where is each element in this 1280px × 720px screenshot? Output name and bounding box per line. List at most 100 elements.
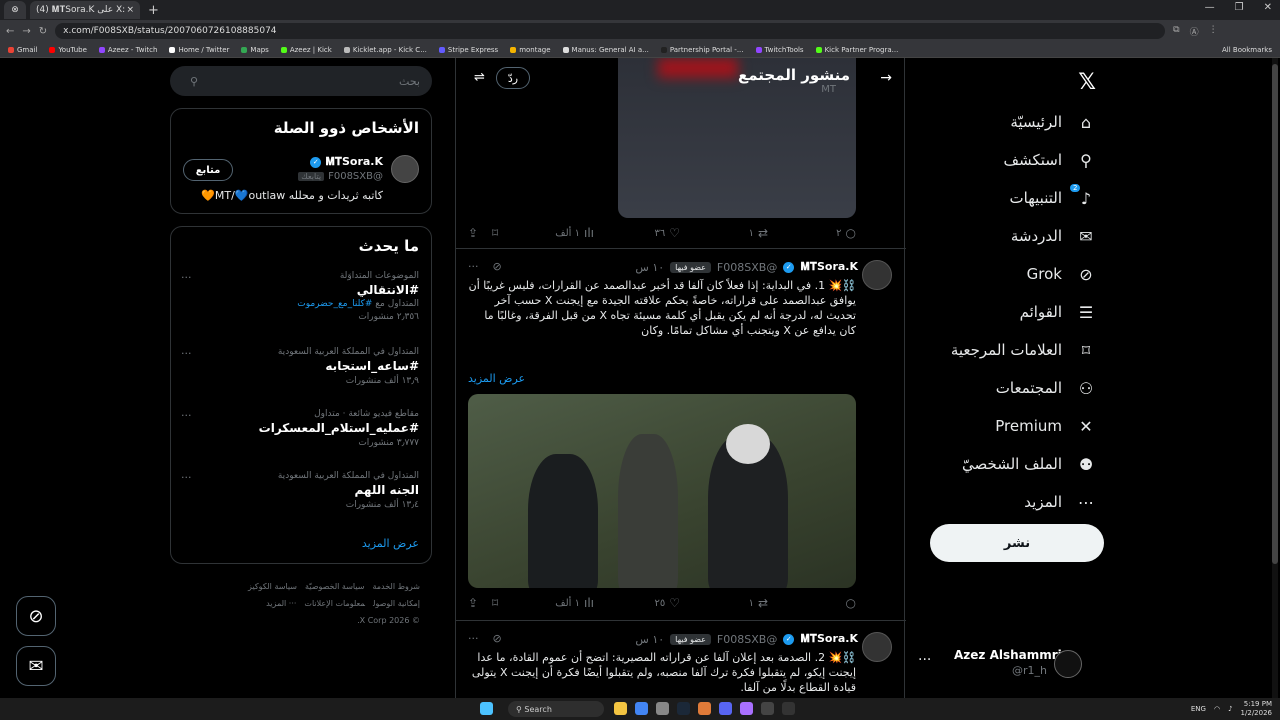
bookmark-youtube[interactable]: YouTube <box>49 46 87 54</box>
x-logo-icon[interactable]: 𝕏 <box>1078 70 1096 95</box>
clock[interactable]: 5:19 PM 1/2/2026 <box>1241 700 1272 718</box>
tab-close-icon[interactable]: × <box>126 5 134 15</box>
nav-notifications[interactable]: ♪ 2 التنبيهات <box>1010 184 1096 208</box>
reload-icon[interactable]: ↻ <box>39 26 47 37</box>
bookmark-action[interactable]: ⌑ <box>492 226 498 240</box>
nav-explore[interactable]: ⚲ استكشف <box>1004 150 1096 170</box>
bookmark-partnership[interactable]: Partnership Portal -... <box>660 46 744 54</box>
author-name[interactable]: 𝐌𝐓Sora.K <box>800 632 858 646</box>
nav-home[interactable]: ⌂ الرئيسيّة <box>1010 112 1096 132</box>
app-icon[interactable] <box>740 702 753 715</box>
app-icon[interactable] <box>698 702 711 715</box>
account-switcher[interactable]: ··· Azez Alshammri @r1_h <box>918 644 1098 684</box>
bookmark-twitter[interactable]: Home / Twitter <box>169 46 229 54</box>
trend-related-tag[interactable]: #كلنا_مع_حضرموت <box>297 299 372 309</box>
filter-icon[interactable]: ⇌ <box>474 70 485 85</box>
nav-bookmarks[interactable]: ⌑ العلامات المرجعية <box>951 340 1096 360</box>
more-options-icon[interactable]: ··· <box>181 471 192 484</box>
app-icon[interactable] <box>761 702 774 715</box>
wifi-icon[interactable]: ◠ <box>1214 705 1220 713</box>
grok-float-button[interactable]: ⊘ <box>16 596 56 636</box>
grok-icon[interactable]: ⊘ <box>493 260 502 273</box>
back-icon[interactable]: ← <box>6 26 14 37</box>
bookmark-montage[interactable]: montage <box>510 46 551 54</box>
bookmark-manus[interactable]: Manus: General AI a... <box>562 46 649 54</box>
maximize-icon[interactable]: ❐ <box>1235 2 1244 13</box>
footer-more-link[interactable]: ··· المزيد <box>266 599 296 608</box>
bookmark-stripe[interactable]: Stripe Express <box>438 46 498 54</box>
reply-button[interactable]: ردّ <box>496 67 530 89</box>
related-user-name[interactable]: 𝐌𝐓Sora.K ✓ <box>310 155 383 169</box>
volume-icon[interactable]: ♪ <box>1228 705 1232 713</box>
share-action[interactable]: ⇪ <box>468 226 478 240</box>
accessibility-link[interactable]: إمكانية الوصول <box>373 599 420 608</box>
bookmark-action[interactable]: ⌑ <box>492 596 498 610</box>
language-indicator[interactable]: ENG <box>1191 705 1206 713</box>
author-name[interactable]: 𝐌𝐓Sora.K <box>800 260 858 274</box>
nav-communities[interactable]: ⚇ المجتمعات <box>996 378 1096 398</box>
repost-action[interactable]: ١ ⇄ <box>749 226 768 240</box>
nav-lists[interactable]: ☰ القوائم <box>1020 302 1096 322</box>
bookmark-gmail[interactable]: Gmail <box>8 46 37 54</box>
views-action[interactable]: ١ ألف ılı <box>555 226 594 240</box>
views-action[interactable]: ١ ألف ılı <box>555 596 594 610</box>
page-scrollbar[interactable] <box>1272 58 1278 698</box>
minimize-icon[interactable]: — <box>1205 2 1215 13</box>
windows-start-icon[interactable] <box>480 702 493 715</box>
ads-info-link[interactable]: معلومات الإعلانات <box>304 599 365 608</box>
new-tab-button[interactable]: + <box>148 3 159 18</box>
chrome-icon[interactable] <box>635 702 648 715</box>
avatar[interactable] <box>391 155 419 183</box>
forward-icon[interactable]: → <box>22 26 30 37</box>
browser-tab-active[interactable]: (4) 𝐌𝐓Sora.K على X: "🏁⚠️ عسل وقا × <box>30 1 140 19</box>
trend-item[interactable]: ··· المتداول في المملكة العربية السعودية… <box>181 471 419 510</box>
close-window-icon[interactable]: ✕ <box>1264 2 1272 13</box>
messages-float-button[interactable]: ✉ <box>16 646 56 686</box>
trend-item[interactable]: ··· مقاطع فيديو شائعة · متداول #عمليه_اس… <box>181 409 419 448</box>
nav-profile[interactable]: ⚉ الملف الشخصيّ <box>962 454 1096 474</box>
privacy-link[interactable]: سياسة الخصوصيّة <box>305 582 364 591</box>
bookmark-kick-partner[interactable]: Kick Partner Progra... <box>815 46 898 54</box>
more-options-icon[interactable]: ··· <box>181 271 192 284</box>
all-bookmarks[interactable]: All Bookmarks <box>1222 46 1272 54</box>
bookmark-twitchtools[interactable]: TwitchTools <box>755 46 804 54</box>
grok-icon[interactable]: ⊘ <box>493 632 502 645</box>
bookmark-kick[interactable]: Azeez | Kick <box>280 46 332 54</box>
terms-link[interactable]: شروط الخدمة <box>372 582 420 591</box>
nav-premium[interactable]: ✕ Premium <box>995 416 1096 436</box>
show-more-link[interactable]: عرض المزيد <box>468 372 525 385</box>
repost-action[interactable]: ١ ⇄ <box>749 596 768 610</box>
more-options-icon[interactable]: ··· <box>468 260 479 273</box>
app-icon[interactable] <box>656 702 669 715</box>
discord-icon[interactable] <box>719 702 732 715</box>
reply-action[interactable]: ٢ ○ <box>836 226 856 240</box>
file-explorer-icon[interactable] <box>614 702 627 715</box>
following-button[interactable]: متابع <box>183 159 233 181</box>
like-action[interactable]: ٢٥ ♡ <box>654 596 680 610</box>
profile-avatar[interactable]: Ⓐ <box>1190 25 1199 38</box>
header-community[interactable]: MT <box>821 84 836 95</box>
author-handle[interactable]: @F008SXB <box>717 633 777 646</box>
tweet-time[interactable]: ١٠ س <box>635 261 664 274</box>
nav-messages[interactable]: ✉ الدردشة <box>1011 226 1096 246</box>
reply-action[interactable]: ○ <box>846 596 856 610</box>
browser-tab[interactable]: ⊗ <box>4 1 26 19</box>
back-arrow-icon[interactable]: → <box>880 70 892 86</box>
trend-item[interactable]: ··· المتداول في المملكة العربية السعودية… <box>181 347 419 386</box>
more-options-icon[interactable]: ··· <box>181 409 192 422</box>
more-options-icon[interactable]: ··· <box>918 652 931 668</box>
trends-show-more-link[interactable]: عرض المزيد <box>362 537 419 550</box>
bookmark-kicklet[interactable]: Kicklet.app - Kick C... <box>343 46 427 54</box>
taskbar-search[interactable]: ⚲ Search <box>508 701 604 717</box>
more-options-icon[interactable]: ··· <box>181 347 192 360</box>
trend-item[interactable]: ··· الموضوعات المتداوَلة #الانتقالي المت… <box>181 271 419 322</box>
tweet-time[interactable]: ١٠ س <box>635 633 664 646</box>
address-bar[interactable]: x.com/F008SXB/status/2007060726108885074 <box>55 23 1166 39</box>
post-button[interactable]: نشر <box>930 524 1104 562</box>
search-input[interactable]: بحث ⚲ <box>170 66 432 96</box>
steam-icon[interactable] <box>677 702 690 715</box>
bookmark-maps[interactable]: Maps <box>241 46 269 54</box>
extensions-icon[interactable]: ⧉ <box>1173 25 1179 38</box>
nav-more[interactable]: ⋯ المزيد <box>1024 492 1096 512</box>
author-handle[interactable]: @F008SXB <box>717 261 777 274</box>
